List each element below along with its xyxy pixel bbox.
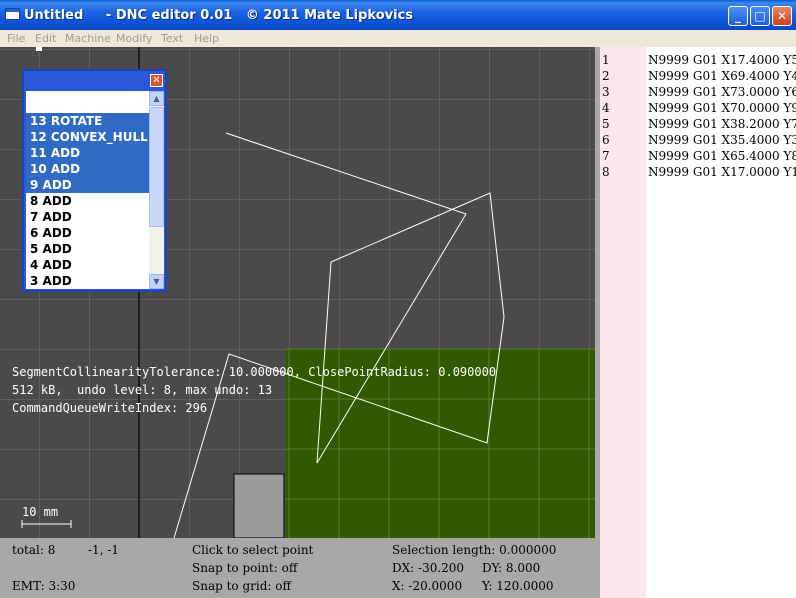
info-line-memory: 512 kB, undo level: 8, max undo: 13 (12, 383, 273, 397)
menu-text[interactable]: Text (161, 32, 183, 45)
line-code[interactable]: N9999 G01 X73.0000 Y6 (648, 85, 796, 99)
window-title: Untitled - DNC editor 0.01 © 2011 Mate L… (24, 8, 414, 23)
line-number: 4 (602, 101, 610, 115)
menu-bar: File Edit Machine Modify Text Help (0, 30, 796, 47)
menu-edit[interactable]: Edit (35, 32, 56, 45)
command-history-item[interactable]: 9 ADD (26, 177, 149, 193)
command-history-window[interactable]: ✕ 13 ROTATE 12 CONVEX_HULL 11 ADD 10 ADD 9 A… (22, 69, 167, 292)
command-history-item[interactable]: 3 ADD (26, 273, 149, 289)
menu-modify[interactable]: Modify (116, 32, 152, 45)
scroll-thumb[interactable] (149, 107, 164, 227)
scroll-down-icon[interactable]: ▼ (149, 274, 164, 289)
status-cursor: -1, -1 (88, 543, 120, 557)
scale-label: 10 mm (22, 505, 59, 519)
command-history-item[interactable]: 11 ADD (26, 145, 149, 161)
title-bar[interactable]: Untitled - DNC editor 0.01 © 2011 Mate L… (0, 0, 796, 30)
status-y: Y: 120.0000 (482, 579, 554, 593)
status-dx: DX: -30.200 (392, 561, 465, 575)
status-total: total: 8 (12, 543, 56, 557)
command-history-item[interactable]: 13 ROTATE (26, 113, 149, 129)
line-code[interactable]: N9999 G01 X17.4000 Y5 (648, 53, 796, 67)
scale-bar (21, 520, 72, 528)
line-code[interactable]: N9999 G01 X69.4000 Y4 (648, 69, 796, 83)
command-history-item[interactable]: 4 ADD (26, 257, 149, 273)
status-snap-point: Snap to point: off (192, 561, 298, 575)
gcode-editor[interactable]: 1 N9999 G01 X17.4000 Y5 2 N9999 G01 X69.400… (600, 47, 796, 598)
line-number: 6 (602, 133, 610, 147)
gray-block (233, 473, 285, 538)
scroll-up-icon[interactable]: ▲ (149, 91, 164, 106)
main-window: Untitled - DNC editor 0.01 © 2011 Mate L… (0, 0, 796, 598)
line-number: 2 (602, 69, 610, 83)
origin-marker (36, 47, 42, 51)
command-history-item[interactable]: 6 ADD (26, 225, 149, 241)
menu-help[interactable]: Help (194, 32, 219, 45)
command-history-close-button[interactable]: ✕ (150, 74, 163, 87)
status-emt: EMT: 3:30 (12, 579, 76, 593)
line-number: 3 (602, 85, 610, 99)
line-code[interactable]: N9999 G01 X38.2000 Y7 (648, 117, 796, 131)
app-icon (5, 8, 20, 20)
line-code[interactable]: N9999 G01 X35.4000 Y3 (648, 133, 796, 147)
line-number: 5 (602, 117, 610, 131)
close-button[interactable]: ✕ (772, 6, 792, 26)
command-history-list[interactable]: 13 ROTATE 12 CONVEX_HULL 11 ADD 10 ADD 9 ADD… (26, 91, 149, 289)
command-history-scrollbar[interactable]: ▲ ▼ (149, 91, 164, 289)
status-hint: Click to select point (192, 543, 314, 557)
command-history-item[interactable]: 12 CONVEX_HULL (26, 129, 149, 145)
menu-file[interactable]: File (7, 32, 25, 45)
status-selection-length: Selection length: 0.000000 (392, 543, 557, 557)
line-code[interactable]: N9999 G01 X70.0000 Y9 (648, 101, 796, 115)
menu-machine[interactable]: Machine (65, 32, 111, 45)
line-number: 7 (602, 149, 610, 163)
status-dy: DY: 8.000 (482, 561, 541, 575)
status-snap-grid: Snap to grid: off (192, 579, 292, 593)
info-line-tolerance: SegmentCollinearityTolerance: 10.000000,… (12, 365, 497, 379)
info-line-queue: CommandQueueWriteIndex: 296 (12, 401, 208, 415)
status-x: X: -20.0000 (392, 579, 463, 593)
status-panel: total: 8 -1, -1 Click to select point Sn… (0, 538, 595, 598)
command-history-item[interactable]: 7 ADD (26, 209, 149, 225)
command-history-item[interactable]: 8 ADD (26, 193, 149, 209)
line-number: 8 (602, 165, 610, 179)
command-history-item[interactable]: 10 ADD (26, 161, 149, 177)
command-history-item[interactable]: 5 ADD (26, 241, 149, 257)
line-code[interactable]: N9999 G01 X65.4000 Y8 (648, 149, 796, 163)
line-number: 1 (602, 53, 610, 67)
minimize-button[interactable]: _ (728, 6, 748, 26)
line-code[interactable]: N9999 G01 X17.0000 Y1 (648, 165, 796, 179)
maximize-button[interactable]: □ (750, 6, 770, 26)
